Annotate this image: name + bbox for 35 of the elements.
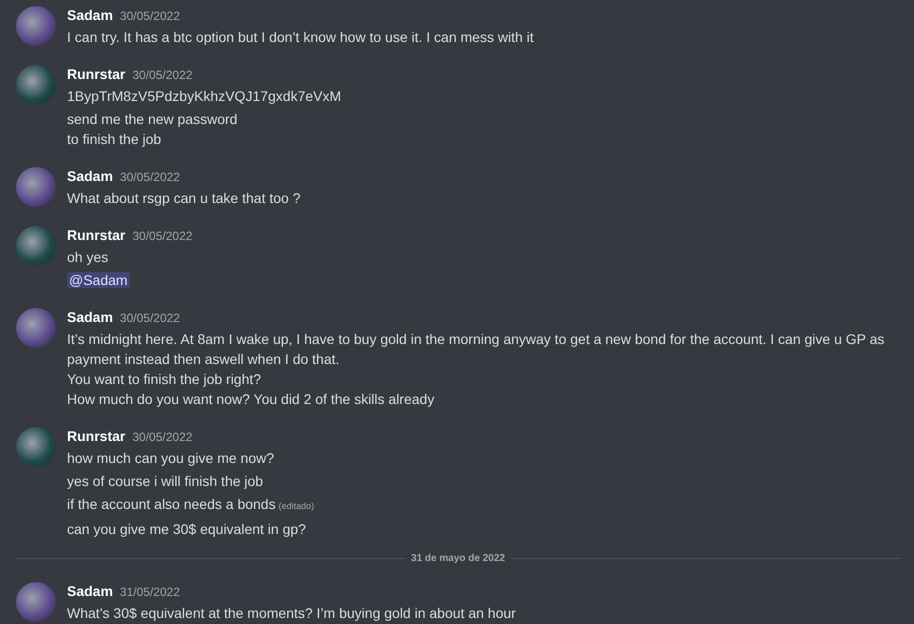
username[interactable]: Runrstar: [67, 224, 126, 246]
user-avatar[interactable]: [16, 582, 56, 622]
username[interactable]: Sadam: [67, 580, 113, 602]
message-timestamp: 30/05/2022: [132, 228, 192, 245]
message-timestamp: 30/05/2022: [120, 169, 180, 186]
message-text: if the account also needs a bonds: [67, 496, 276, 512]
username[interactable]: Runrstar: [67, 63, 126, 85]
message-text: It’s midnight here. At 8am I wake up, I have to buy gold in the morning anyway to get a new bond for the account. I can give u GP as payment instead then aswell when I do that. You want to finish the job right? How much do you want now? You did 2 of the skills already: [67, 331, 886, 407]
user-avatar[interactable]: [16, 65, 56, 105]
edited-label: (editado): [278, 501, 314, 511]
user-avatar[interactable]: [16, 167, 56, 207]
message-text: I can try. It has a btc option but I don’t know how to use it. I can mess with it: [67, 29, 534, 45]
username[interactable]: Runrstar: [67, 425, 126, 447]
message-text: how much can you give me now?: [67, 450, 274, 466]
message-timestamp: 30/05/2022: [132, 67, 192, 84]
message-text: yes of course i will finish the job: [67, 473, 264, 489]
user-avatar[interactable]: [16, 427, 56, 467]
message-text: What’s 30$ equivalent at the moments? I’m buying gold in about an hour: [67, 605, 516, 621]
username[interactable]: Sadam: [67, 306, 113, 328]
message-text: can you give me 30$ equivalent in gp?: [67, 521, 306, 537]
user-avatar[interactable]: [16, 308, 56, 348]
user-avatar[interactable]: [16, 6, 56, 46]
message-text: 1BypTrM8zV5PdzbyKkhzVQJ17gxdk7eVxM: [67, 88, 342, 104]
message-text: send me the new password to finish the job: [67, 111, 238, 147]
message-timestamp: 30/05/2022: [120, 310, 180, 327]
username[interactable]: Sadam: [67, 4, 113, 26]
message-text: What about rsgp can u take that too ?: [67, 190, 300, 206]
username[interactable]: Sadam: [67, 165, 113, 187]
message-timestamp: 30/05/2022: [132, 429, 192, 446]
message-timestamp: 31/05/2022: [120, 584, 180, 601]
message-text: oh yes: [67, 249, 108, 265]
user-avatar[interactable]: [16, 226, 56, 266]
message-timestamp: 30/05/2022: [120, 8, 180, 25]
user-mention[interactable]: @Sadam: [67, 272, 130, 288]
date-divider-label: 31 de mayo de 2022: [411, 553, 505, 564]
